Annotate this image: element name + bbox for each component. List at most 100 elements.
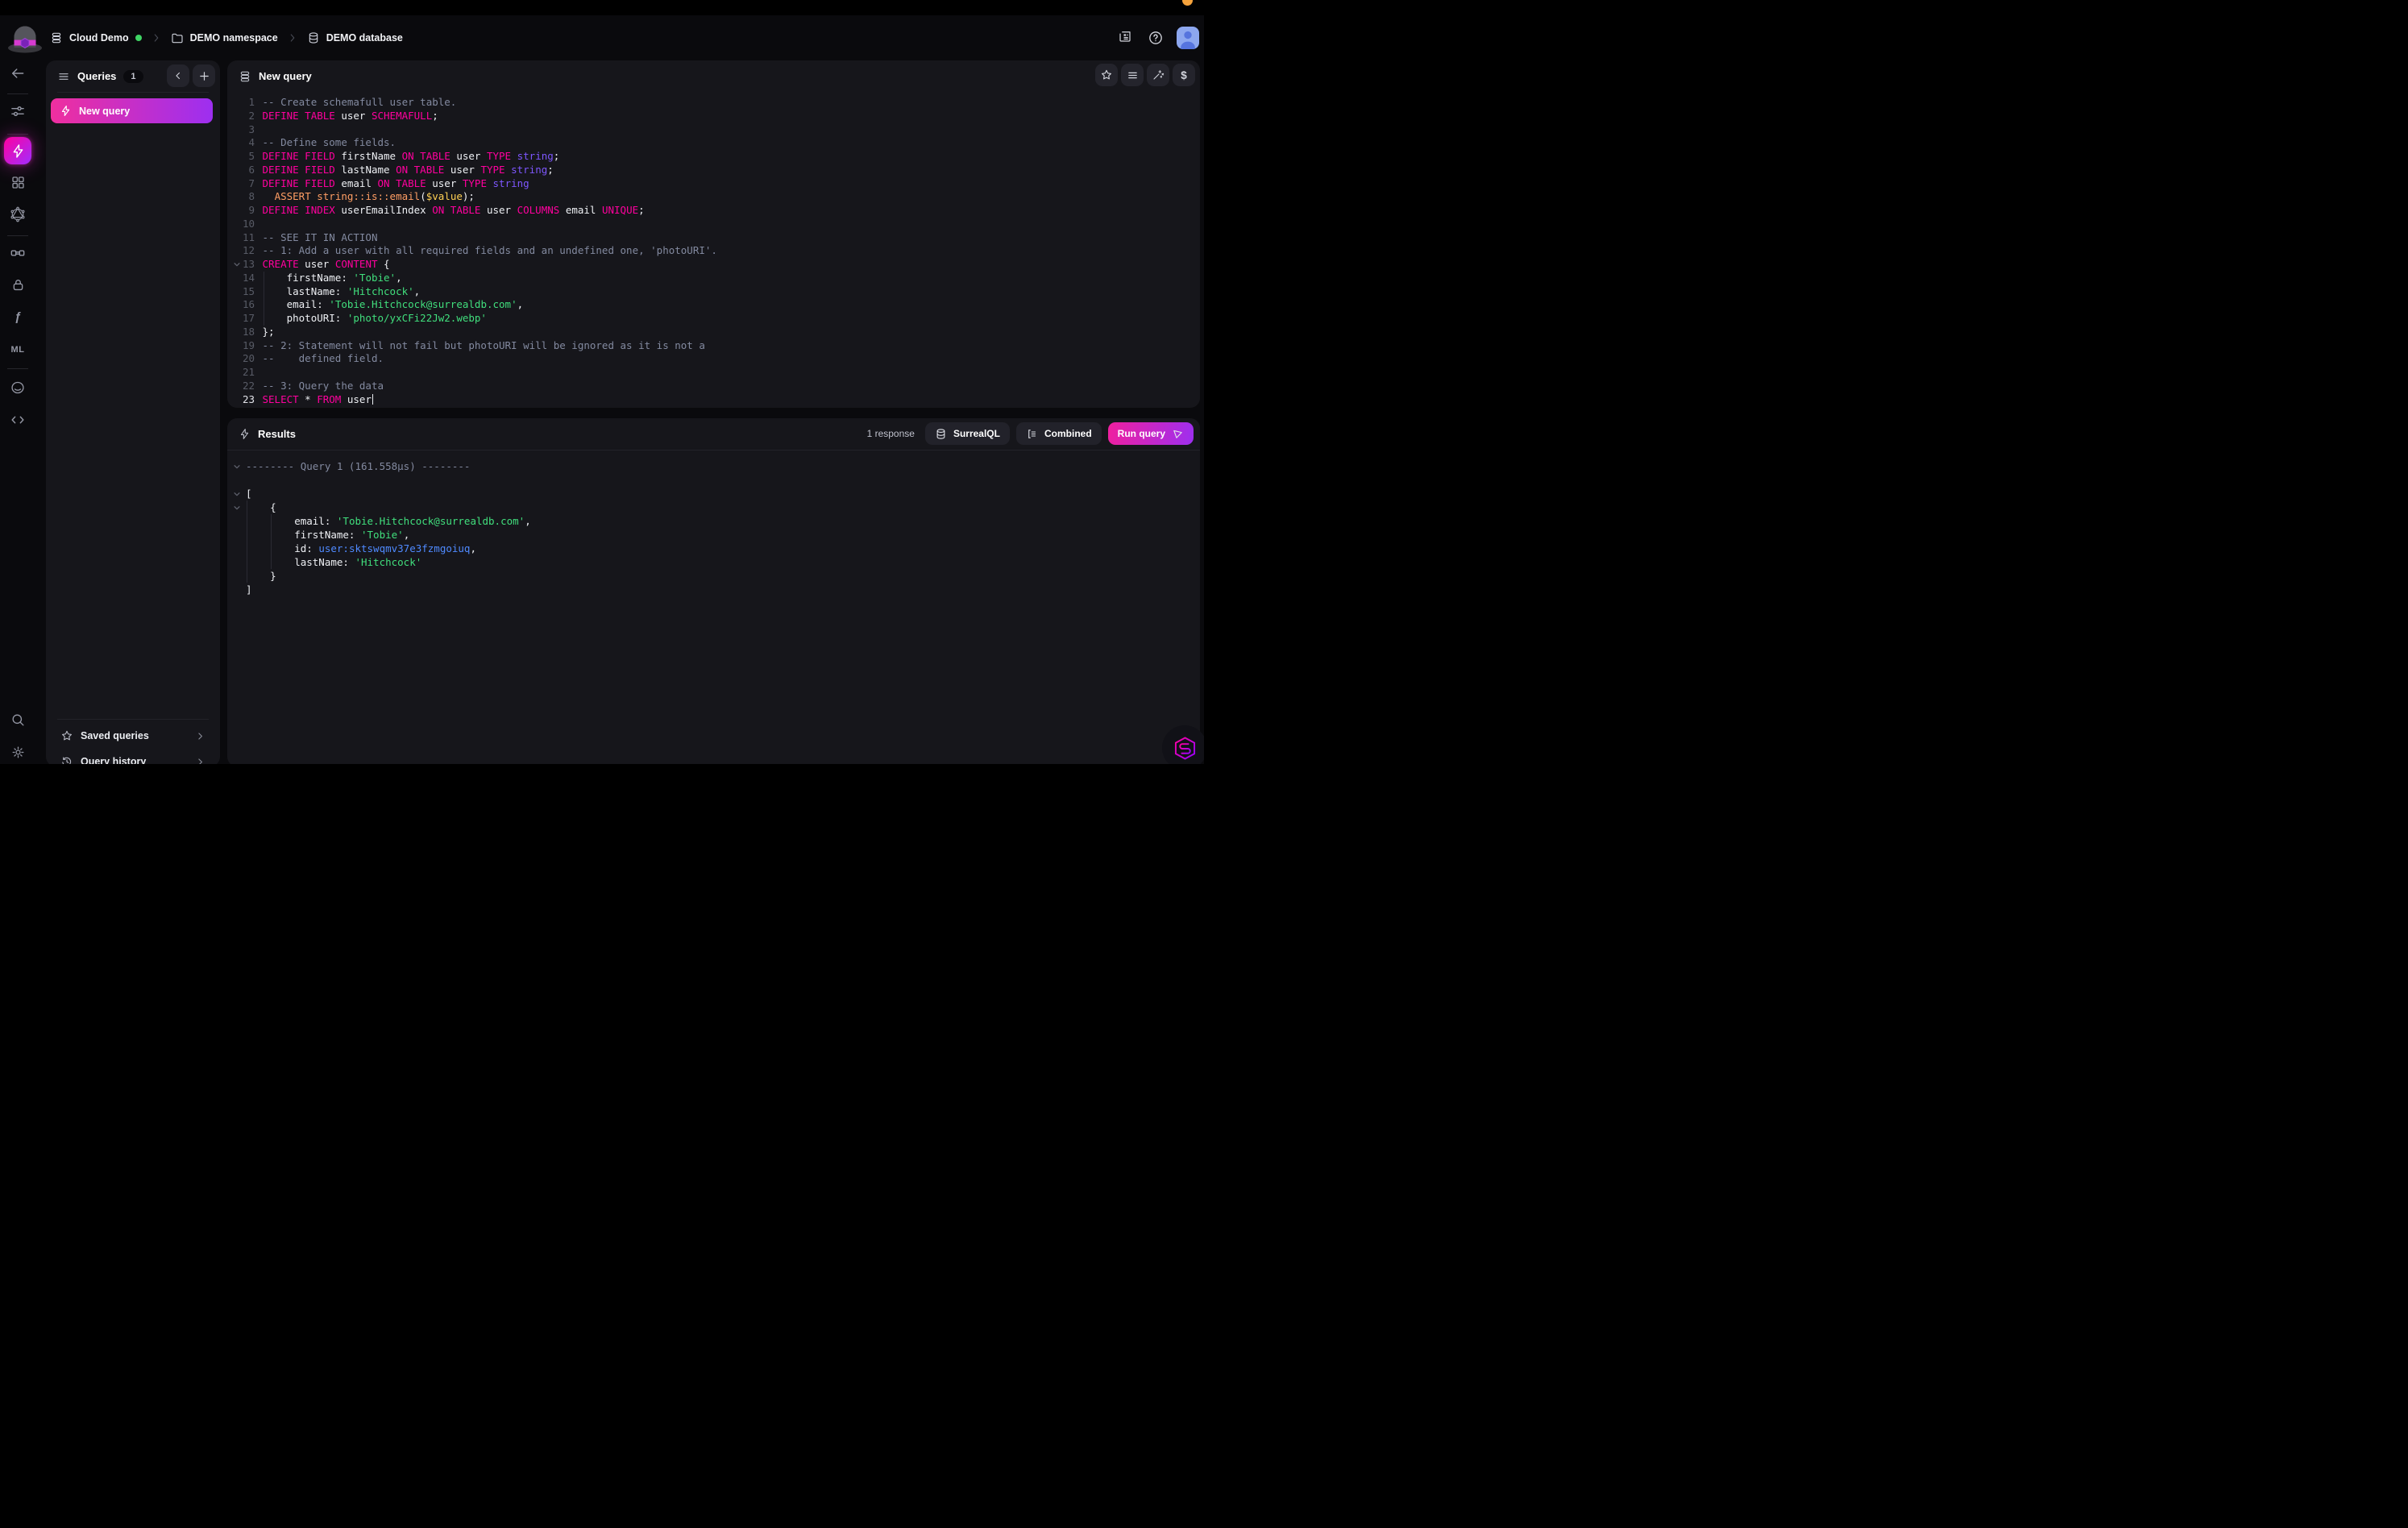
breadcrumb-namespace[interactable]: DEMO namespace [171, 31, 278, 44]
help-button[interactable] [1143, 25, 1169, 51]
saved-queries-label: Saved queries [81, 730, 149, 741]
sidebar-divider [7, 93, 28, 94]
query-editor-title: New query [259, 70, 312, 82]
history-icon [60, 755, 73, 764]
line-number: 22 [243, 380, 255, 393]
system-top-strip [0, 0, 1204, 15]
instance-label: Cloud Demo [69, 32, 129, 44]
recording-indicator-dot [1182, 0, 1193, 6]
editor-line: 4-- Define some fields. [227, 136, 1195, 150]
queries-count-badge: 1 [123, 70, 143, 83]
fold-chevron-icon [231, 569, 243, 583]
sliders-icon [10, 103, 26, 119]
sidebar-item-query-active[interactable] [4, 137, 31, 164]
sidebar-item-explorer[interactable] [2, 168, 34, 197]
results-output[interactable]: -------- Query 1 (161.558µs) --------[ {… [227, 459, 1195, 764]
result-line [227, 473, 1195, 487]
list-icon [57, 70, 70, 83]
sidebar-item-graphql[interactable] [2, 200, 34, 229]
newspaper-icon [1118, 29, 1132, 48]
sidebar-item-authentication[interactable] [2, 271, 34, 300]
save-query-button[interactable] [1095, 64, 1118, 86]
sidebar-item-models[interactable]: ML [2, 335, 34, 364]
query-list-item-active[interactable]: New query [51, 98, 213, 123]
namespace-folder-icon [171, 31, 184, 44]
line-number: 16 [243, 298, 255, 312]
star-icon [1100, 69, 1113, 81]
line-number: 15 [243, 285, 255, 299]
run-query-button[interactable]: Run query [1108, 422, 1194, 445]
surrealist-app: Cloud Demo DEMO namespace [0, 15, 1204, 764]
user-avatar[interactable] [1177, 27, 1199, 49]
breadcrumb-instance[interactable]: Cloud Demo [50, 31, 142, 44]
back-button[interactable] [2, 59, 34, 88]
format-query-button[interactable] [1147, 64, 1169, 86]
divider [57, 92, 209, 93]
news-button[interactable] [1112, 25, 1138, 51]
top-bar-actions [1112, 15, 1199, 60]
top-bar: Cloud Demo DEMO namespace [0, 15, 1204, 60]
breadcrumb-separator-icon [151, 32, 162, 44]
code-text: DEFINE TABLE user SCHEMAFULL; [263, 110, 438, 123]
sidebar-item-connection-settings[interactable] [2, 97, 34, 126]
editor-line: 22-- 3: Query the data [227, 380, 1195, 393]
lock-icon [10, 277, 26, 293]
code-text: -- 1: Add a user with all required field… [263, 244, 717, 258]
fold-chevron-icon [231, 393, 243, 407]
fold-chevron-icon [231, 123, 243, 137]
fold-chevron-icon[interactable] [231, 487, 243, 500]
fold-chevron-icon [231, 583, 243, 596]
result-mode-button[interactable]: SurrealQL [925, 422, 1010, 445]
editor-line: 5DEFINE FIELD firstName ON TABLE user TY… [227, 150, 1195, 164]
sidebar-search-button[interactable] [2, 706, 34, 735]
fold-chevron-icon [231, 352, 243, 366]
queries-panel-title: Queries [77, 70, 116, 82]
result-line: -------- Query 1 (161.558µs) -------- [227, 459, 1195, 473]
line-number: 1 [243, 96, 255, 110]
sidebar-divider [7, 235, 28, 236]
schema-nodes-icon [10, 245, 26, 261]
line-number: 19 [243, 339, 255, 353]
new-query-add-button[interactable] [193, 64, 215, 87]
sidebar-settings-button[interactable] [2, 738, 34, 765]
editor-line: 8 ASSERT string::is::email($value); [227, 190, 1195, 204]
breadcrumb-database[interactable]: DEMO database [307, 31, 403, 44]
code-text: } [246, 569, 276, 583]
result-line: email: 'Tobie.Hitchcock@surrealdb.com', [227, 514, 1195, 528]
fold-chevron-icon[interactable] [231, 459, 243, 473]
line-number: 11 [243, 231, 255, 245]
left-sidebar: ƒ ML [0, 15, 44, 764]
editor-line: 2DEFINE TABLE user SCHEMAFULL; [227, 110, 1195, 123]
result-format-button[interactable]: Combined [1016, 422, 1102, 445]
fold-chevron-icon[interactable] [231, 258, 243, 272]
run-query-label: Run query [1118, 428, 1165, 439]
query-variables-button[interactable]: $ [1173, 64, 1195, 86]
sidebar-item-api-docs[interactable] [2, 405, 34, 434]
code-text: { [246, 500, 276, 514]
response-count: 1 response [867, 428, 915, 439]
sidebar-item-functions[interactable]: ƒ [2, 303, 34, 332]
instance-stack-icon [50, 31, 63, 44]
editor-line: 17 photoURI: 'photo/yxCFi22Jw2.webp' [227, 312, 1195, 326]
grid-icon [10, 175, 26, 190]
sidebar-item-designer[interactable] [2, 239, 34, 268]
result-line: } [227, 569, 1195, 583]
fold-chevron-icon[interactable] [231, 500, 243, 514]
query-history-label: Query history [81, 756, 146, 764]
surrealdb-fab-button[interactable] [1162, 725, 1204, 764]
result-line: firstName: 'Tobie', [227, 528, 1195, 542]
result-line: ] [227, 583, 1195, 596]
appearance-button[interactable] [1121, 64, 1144, 86]
sidebar-item-sidekick[interactable] [2, 373, 34, 402]
query-code-editor[interactable]: 1-- Create schemafull user table.2DEFINE… [227, 96, 1195, 406]
breadcrumb-separator-icon [287, 32, 298, 44]
line-number: 21 [243, 366, 255, 380]
sidebar-divider [7, 134, 28, 135]
collapse-panel-button[interactable] [167, 64, 189, 87]
saved-queries-row[interactable]: Saved queries [51, 724, 215, 748]
query-history-row[interactable]: Query history [51, 749, 215, 764]
lightning-icon [10, 143, 26, 159]
line-number: 23 [243, 393, 255, 407]
fold-chevron-icon [231, 96, 243, 110]
fold-chevron-icon [231, 190, 243, 204]
